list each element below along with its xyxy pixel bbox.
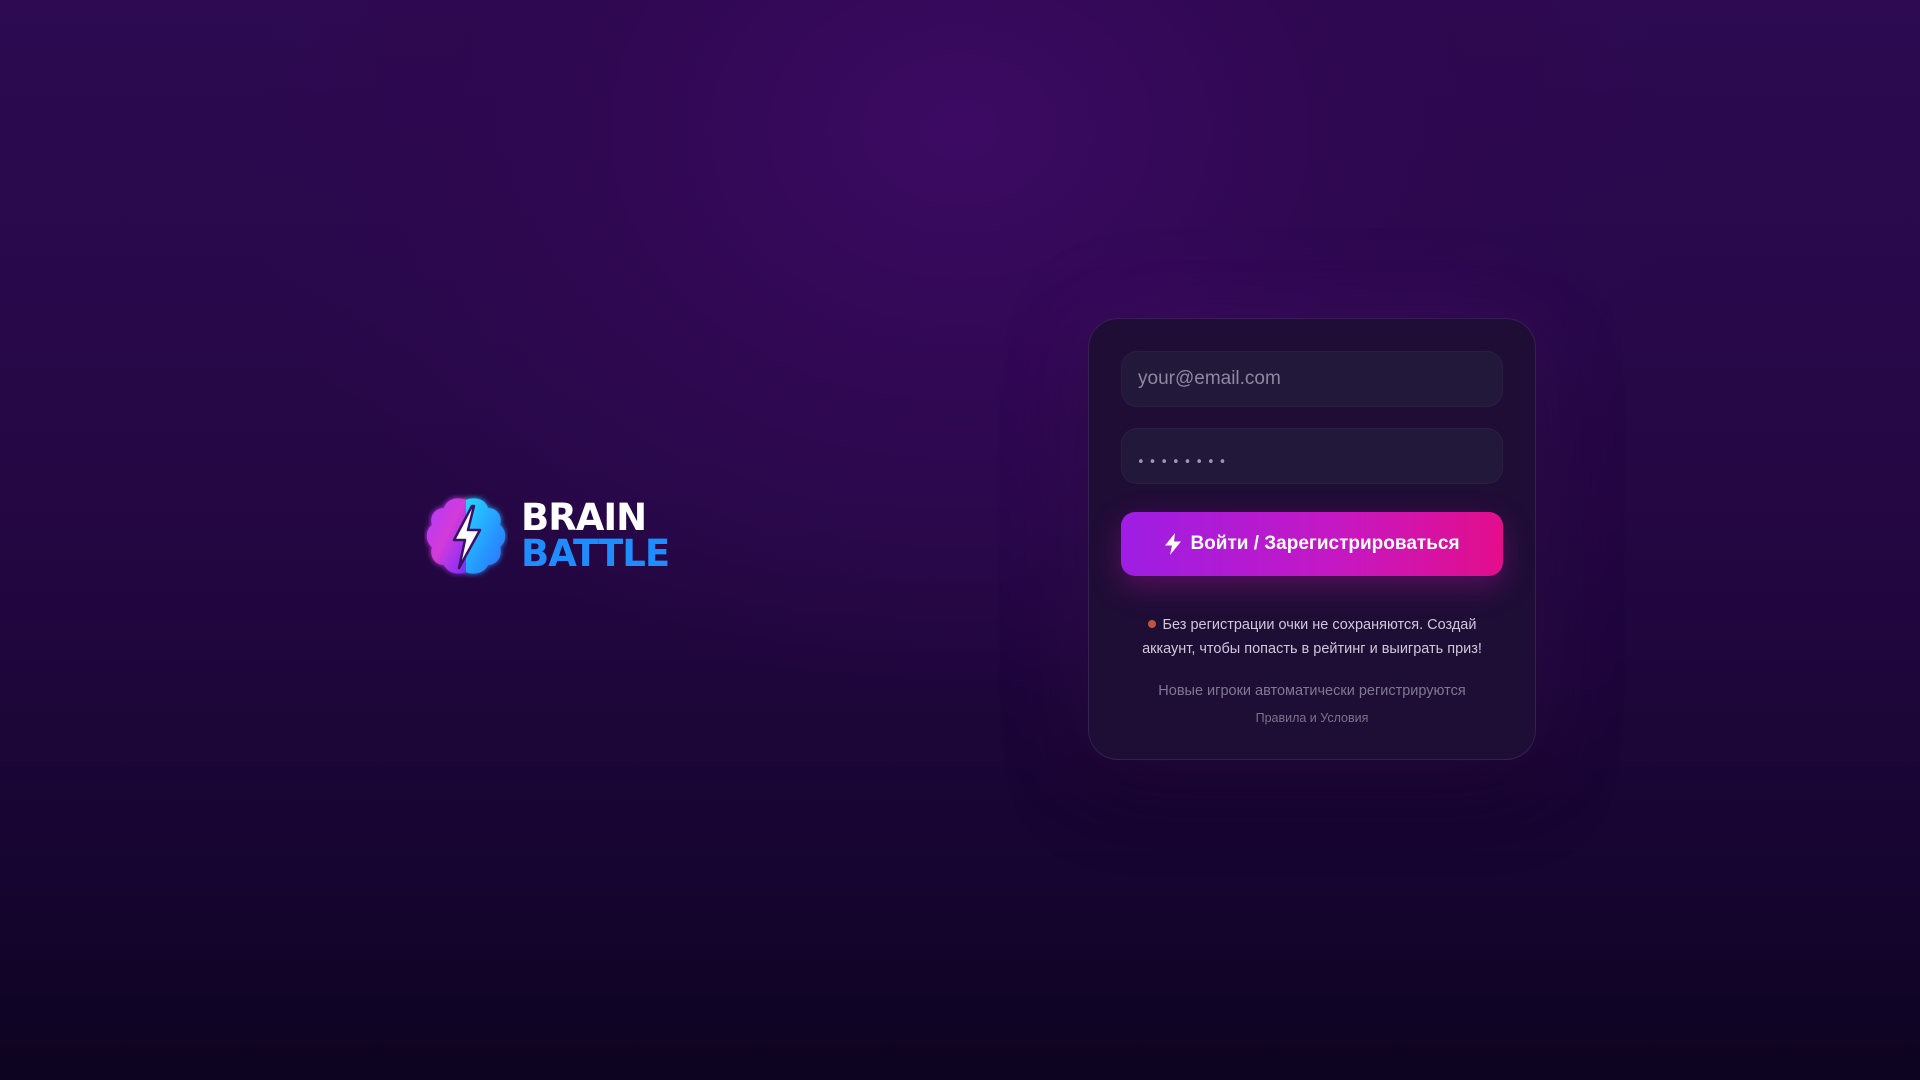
login-register-button[interactable]: Войти / Зарегистрироваться [1121,512,1503,576]
brain-lightning-icon [426,498,506,574]
login-register-label: Войти / Зарегистрироваться [1190,533,1460,554]
registration-notice-text: Без регистрации очки не сохраняются. Соз… [1142,617,1482,657]
brand-name-line1: BRAIN [521,496,647,539]
password-field[interactable] [1121,428,1503,484]
terms-link[interactable]: Правила и Условия [1121,711,1503,725]
registration-notice: Без регистрации очки не сохраняются. Соз… [1121,613,1503,661]
brand-logo: BRAIN BATTLE [424,494,674,582]
auto-register-note: Новые игроки автоматически регистрируютс… [1158,683,1466,699]
email-field[interactable] [1121,351,1503,407]
brand-name-line2: BATTLE [521,532,670,575]
login-card: •••••••• Войти / Зарегистрироваться Без … [1088,318,1536,760]
lightning-icon [1165,533,1182,555]
notice-dot-icon [1147,620,1156,629]
